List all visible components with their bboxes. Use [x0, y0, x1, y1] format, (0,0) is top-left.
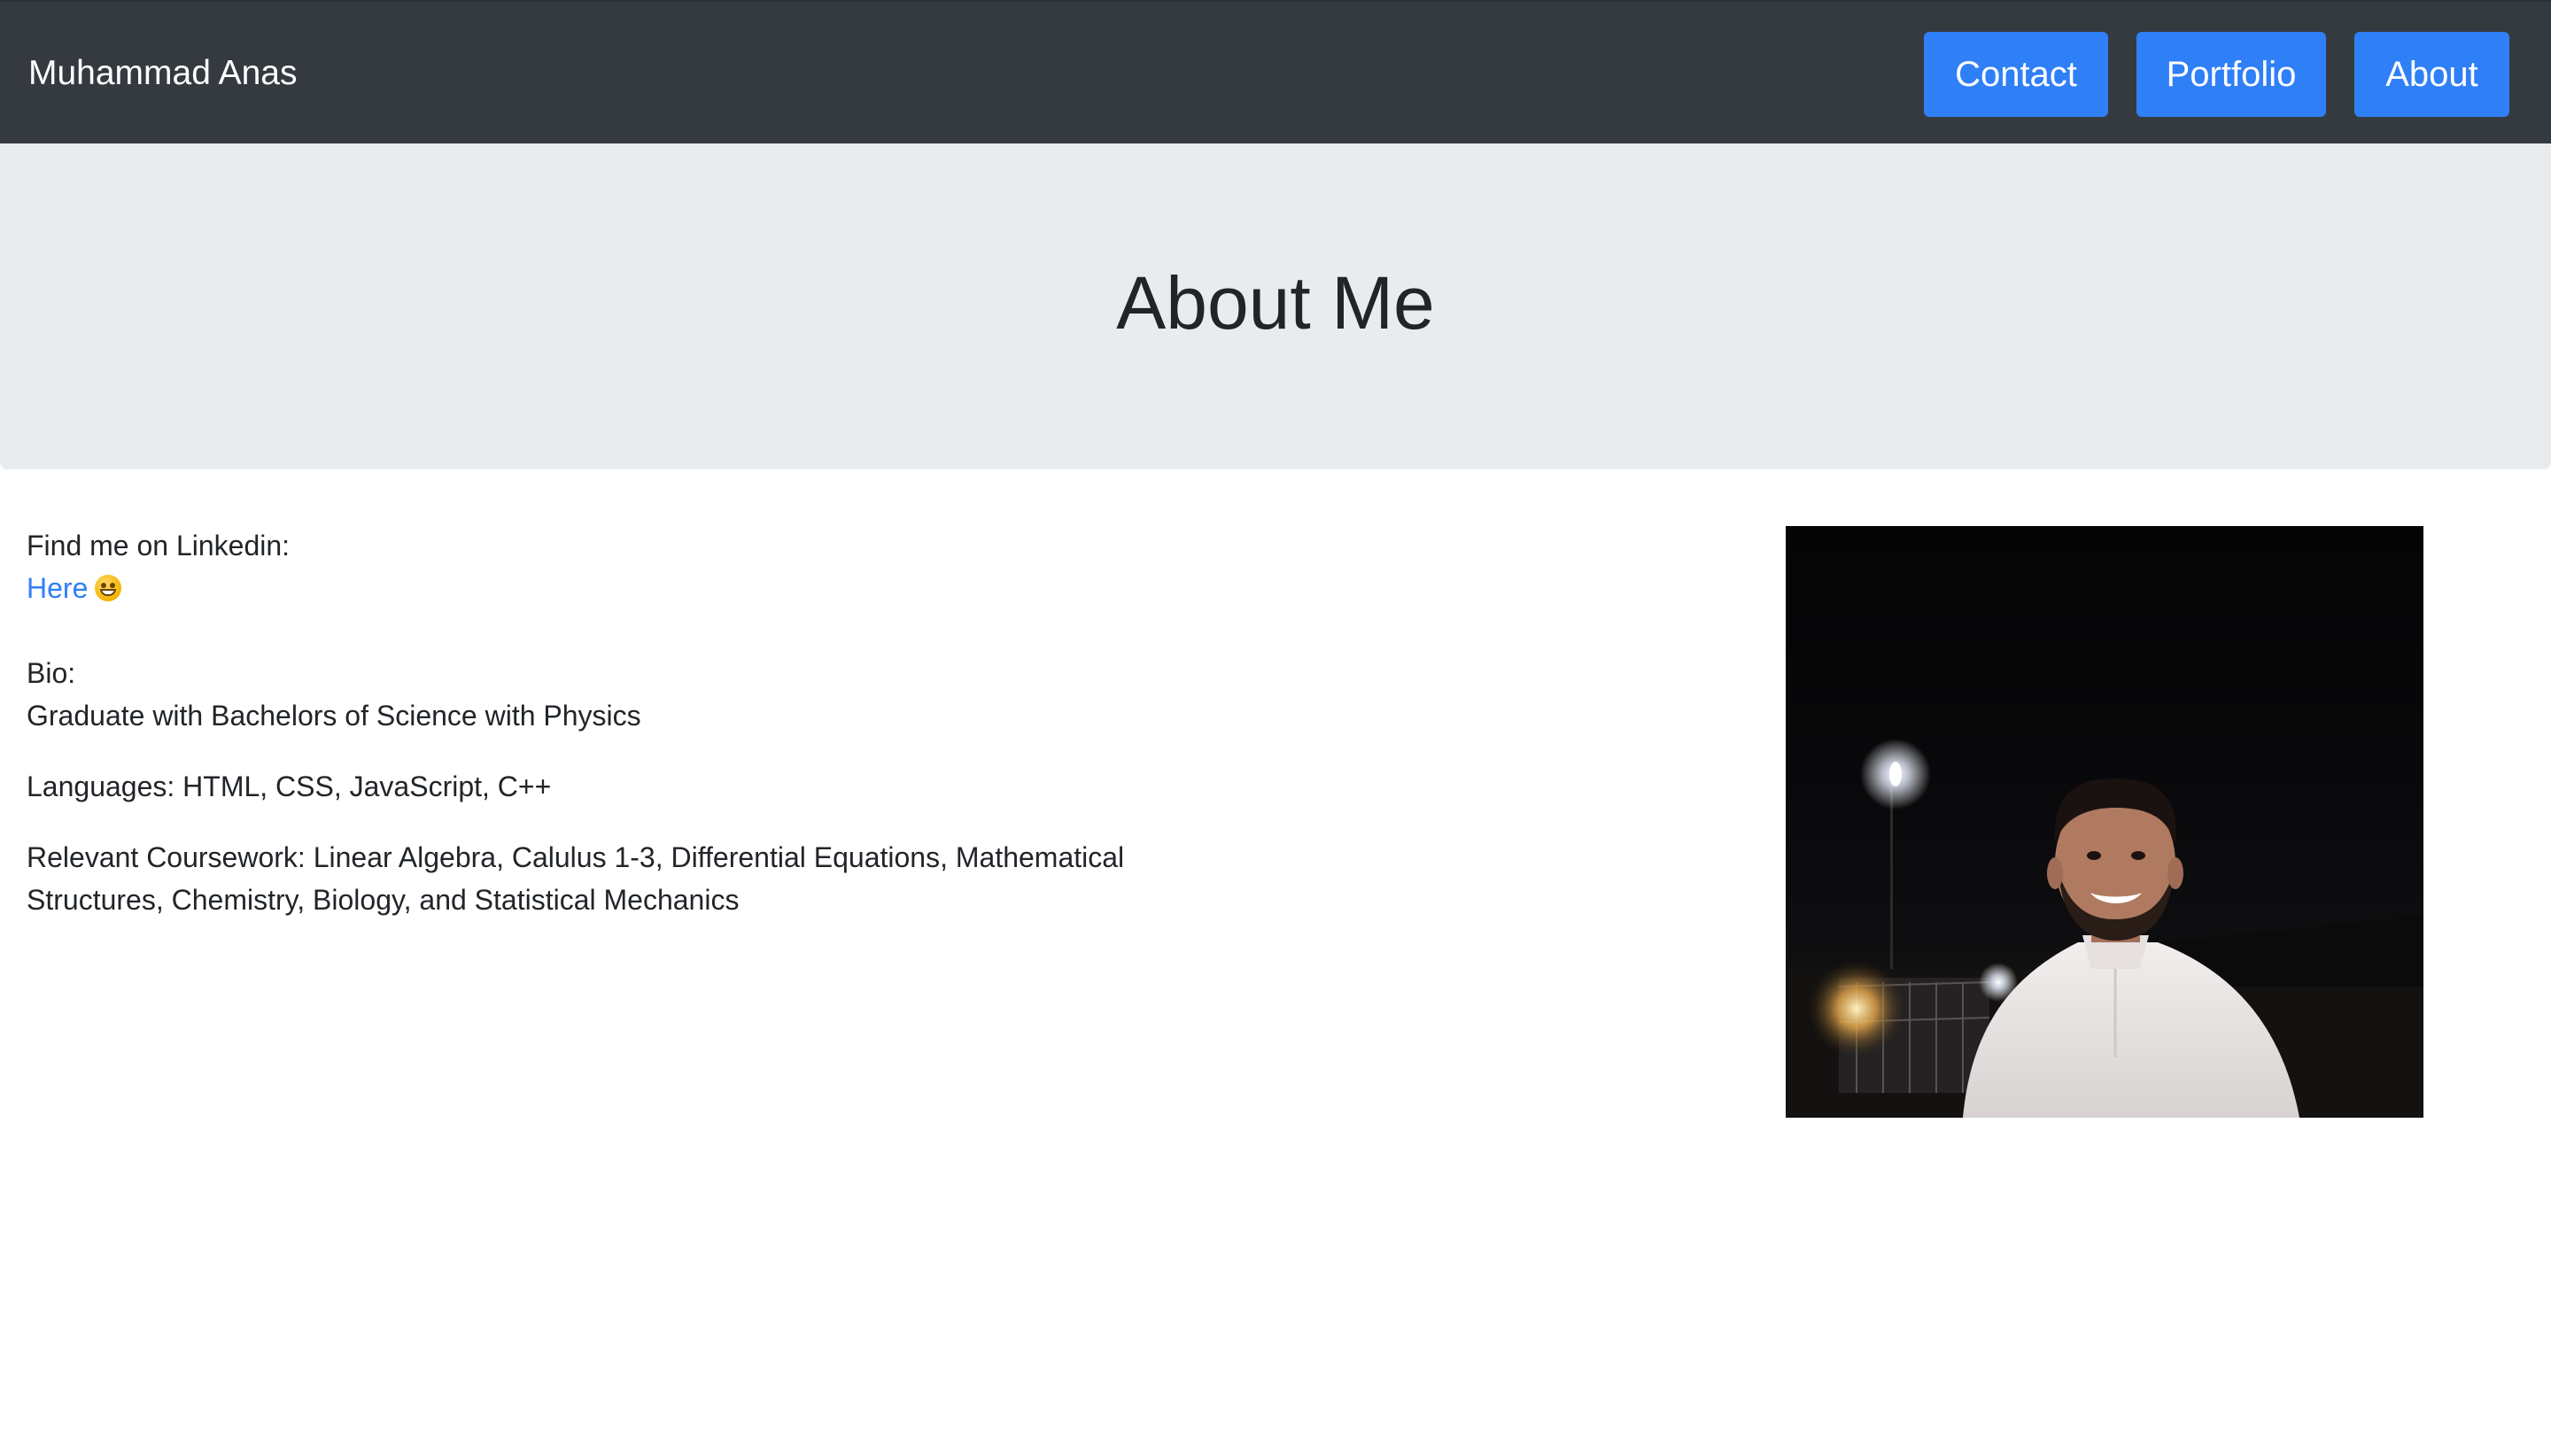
linkedin-link[interactable]: Here [27, 572, 88, 604]
linkedin-label: Find me on Linkedin: [27, 530, 291, 561]
page-title: About Me [1116, 261, 1435, 345]
grinning-face-icon [95, 575, 122, 601]
nav-portfolio-button[interactable]: Portfolio [2136, 32, 2326, 117]
brand-link[interactable]: Muhammad Anas [28, 51, 298, 96]
profile-photo [1786, 526, 2423, 1118]
nav-about-button[interactable]: About [2354, 32, 2509, 117]
coursework-text: Relevant Coursework: Linear Algebra, Cal… [27, 841, 1125, 916]
navbar: Muhammad Anas Contact Portfolio About [0, 0, 2551, 143]
bio-label: Bio: [27, 657, 76, 689]
linkedin-line: Here [27, 567, 1213, 609]
profile-photo-illustration [1786, 739, 2423, 1118]
nav-contact-button[interactable]: Contact [1924, 32, 2108, 117]
about-content: Find me on Linkedin: Here Bio: Graduate … [27, 524, 1213, 921]
jumbotron: About Me [0, 143, 2551, 469]
languages-text: Languages: HTML, CSS, JavaScript, C++ [27, 771, 552, 802]
bio-text: Graduate with Bachelors of Science with … [27, 700, 641, 732]
